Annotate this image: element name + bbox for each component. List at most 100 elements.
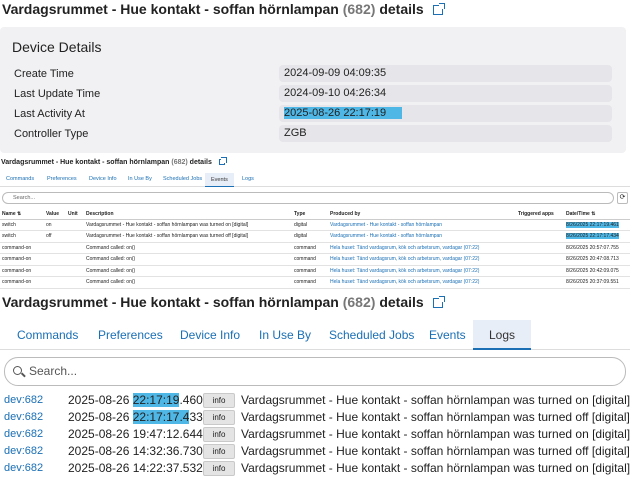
cell-description: Command called: on() [84,276,292,289]
create-time-label: Create Time [14,68,74,80]
tab-commands[interactable]: Commands [6,176,34,182]
log-timestamp: 2025-08-26 19:47:12.644 [68,427,203,441]
external-link-icon[interactable] [218,157,227,165]
last-activity-text: 2025-08-26 22:17:19 [284,107,403,119]
cell-produced-by[interactable]: Vardagsrummet - Hue kontakt - soffan hör… [328,219,516,231]
tab-logs[interactable]: Logs [473,320,532,350]
device-name: Vardagsrummet - Hue kontakt - soffan hör… [2,1,339,17]
tab-scheduled-jobs[interactable]: Scheduled Jobs [329,328,414,342]
log-time: 22:17:17.4 [132,410,190,424]
log-timestamp: 2025-08-26 14:32:36.730 [68,444,203,458]
device-details-heading: Device Details [12,39,102,55]
cell-description: Vardagsrummet - Hue kontakt - soffan hör… [84,230,292,243]
cell-triggered-apps [516,219,564,231]
col-name[interactable]: Name ⇅ [0,209,44,220]
col-triggered-apps: Triggered apps [516,209,564,220]
cell-name: switch [0,219,44,231]
log-level-badge: info [203,444,235,459]
device-count: (682) [342,294,376,310]
table-row: command-on Command called: on() command … [0,265,630,277]
log-level-badge: info [203,461,235,476]
cell-name: command-on [0,265,44,277]
external-link-icon[interactable] [432,296,445,308]
cell-name: command-on [0,242,44,254]
cell-type: digital [292,219,328,231]
log-source-link[interactable]: dev:682 [4,394,43,406]
cell-value [44,265,66,277]
logs-tab-bar: Commands Preferences Device Info In Use … [0,320,630,350]
tab-scheduled-jobs[interactable]: Scheduled Jobs [163,176,202,182]
cell-type: command [292,242,328,254]
log-time: 19:47:12.644 [132,427,203,441]
details-word: details [379,294,424,310]
events-table: Name ⇅ Value Unit Description Type Produ… [0,209,630,289]
cell-unit [66,276,84,289]
cell-triggered-apps [516,253,564,266]
cell-produced-by[interactable]: Hela huset: Tänd vardagsrum, kök och arb… [328,276,516,289]
tab-preferences[interactable]: Preferences [98,328,163,342]
log-row: dev:682 2025-08-26 19:47:12.644 info Var… [0,426,630,443]
cell-produced-by[interactable]: Vardagsrummet - Hue kontakt - soffan hör… [328,230,516,243]
cell-description: Vardagsrummet - Hue kontakt - soffan hör… [84,219,292,231]
log-message: Vardagsrummet - Hue kontakt - soffan hör… [241,393,630,407]
cell-produced-by[interactable]: Hela huset: Tänd vardagsrum, kök och arb… [328,242,516,254]
cell-description: Command called: on() [84,242,292,254]
log-source-link[interactable]: dev:682 [4,462,43,474]
table-row: switch on Vardagsrummet - Hue kontakt - … [0,219,630,231]
log-time: 14:22:37.532 [132,461,203,475]
col-datetime[interactable]: Date/Time ⇅ [564,209,630,220]
table-row: command-on Command called: on() command … [0,242,630,254]
log-date: 2025-08-26 [68,410,130,424]
col-value: Value [44,209,66,220]
log-level-badge: info [203,410,235,425]
details-word: details [379,1,424,17]
cell-name: switch [0,230,44,243]
log-row: dev:682 2025-08-26 14:32:36.730 info Var… [0,443,630,460]
cell-unit [66,242,84,254]
tab-device-info[interactable]: Device Info [89,176,117,182]
log-row: dev:682 2025-08-26 22:17:17.433 info Var… [0,409,630,426]
tab-logs[interactable]: Logs [242,176,254,182]
col-description: Description [84,209,292,220]
cell-produced-by[interactable]: Hela huset: Tänd vardagsrum, kök och arb… [328,265,516,277]
events-search-input[interactable]: Search... [2,192,614,204]
col-unit: Unit [66,209,84,220]
tab-preferences[interactable]: Preferences [47,176,77,182]
log-source-link[interactable]: dev:682 [4,445,43,457]
tab-device-info[interactable]: Device Info [180,328,240,342]
cell-value: on [44,219,66,231]
log-message: Vardagsrummet - Hue kontakt - soffan hör… [241,461,630,475]
cell-produced-by[interactable]: Hela huset: Tänd vardagsrum, kök och arb… [328,253,516,266]
log-row: dev:682 2025-08-26 22:17:19.460 info Var… [0,392,630,409]
tab-in-use-by[interactable]: In Use By [259,328,311,342]
logs-search-input[interactable]: Search... [4,357,626,386]
refresh-icon[interactable]: ⟳ [617,192,628,204]
cell-value [44,253,66,266]
last-update-label: Last Update Time [14,88,101,100]
tab-commands[interactable]: Commands [17,328,78,342]
last-activity-label: Last Activity At [14,108,85,120]
tab-events[interactable]: Events [205,173,234,187]
cell-name: command-on [0,276,44,289]
cell-datetime: 8/26/2025 20:37:09.551 [564,276,630,289]
datetime-text: 8/26/2025 22:17:19.461 [566,221,619,228]
cell-datetime: 8/26/2025 20:57:07.755 [564,242,630,254]
log-source-link[interactable]: dev:682 [4,411,43,423]
cell-datetime: 8/26/2025 20:42:09.075 [564,265,630,277]
log-timestamp: 2025-08-26 22:17:19.460 [68,393,203,407]
logs-search-placeholder: Search... [29,364,78,378]
cell-type: command [292,253,328,266]
external-link-icon[interactable] [432,3,445,15]
cell-triggered-apps [516,276,564,289]
datetime-text: 8/26/2025 22:17:17.434 [566,233,619,240]
log-source-link[interactable]: dev:682 [4,428,43,440]
log-level-badge: info [203,427,235,442]
log-timestamp: 2025-08-26 14:22:37.532 [68,461,203,475]
device-name: Vardagsrummet - Hue kontakt - soffan hör… [2,294,339,310]
cell-description: Command called: on() [84,265,292,277]
table-row: command-on Command called: on() command … [0,253,630,266]
tab-events[interactable]: Events [429,328,466,342]
cell-unit [66,230,84,243]
tab-in-use-by[interactable]: In Use By [128,176,152,182]
log-level-badge: info [203,393,235,408]
